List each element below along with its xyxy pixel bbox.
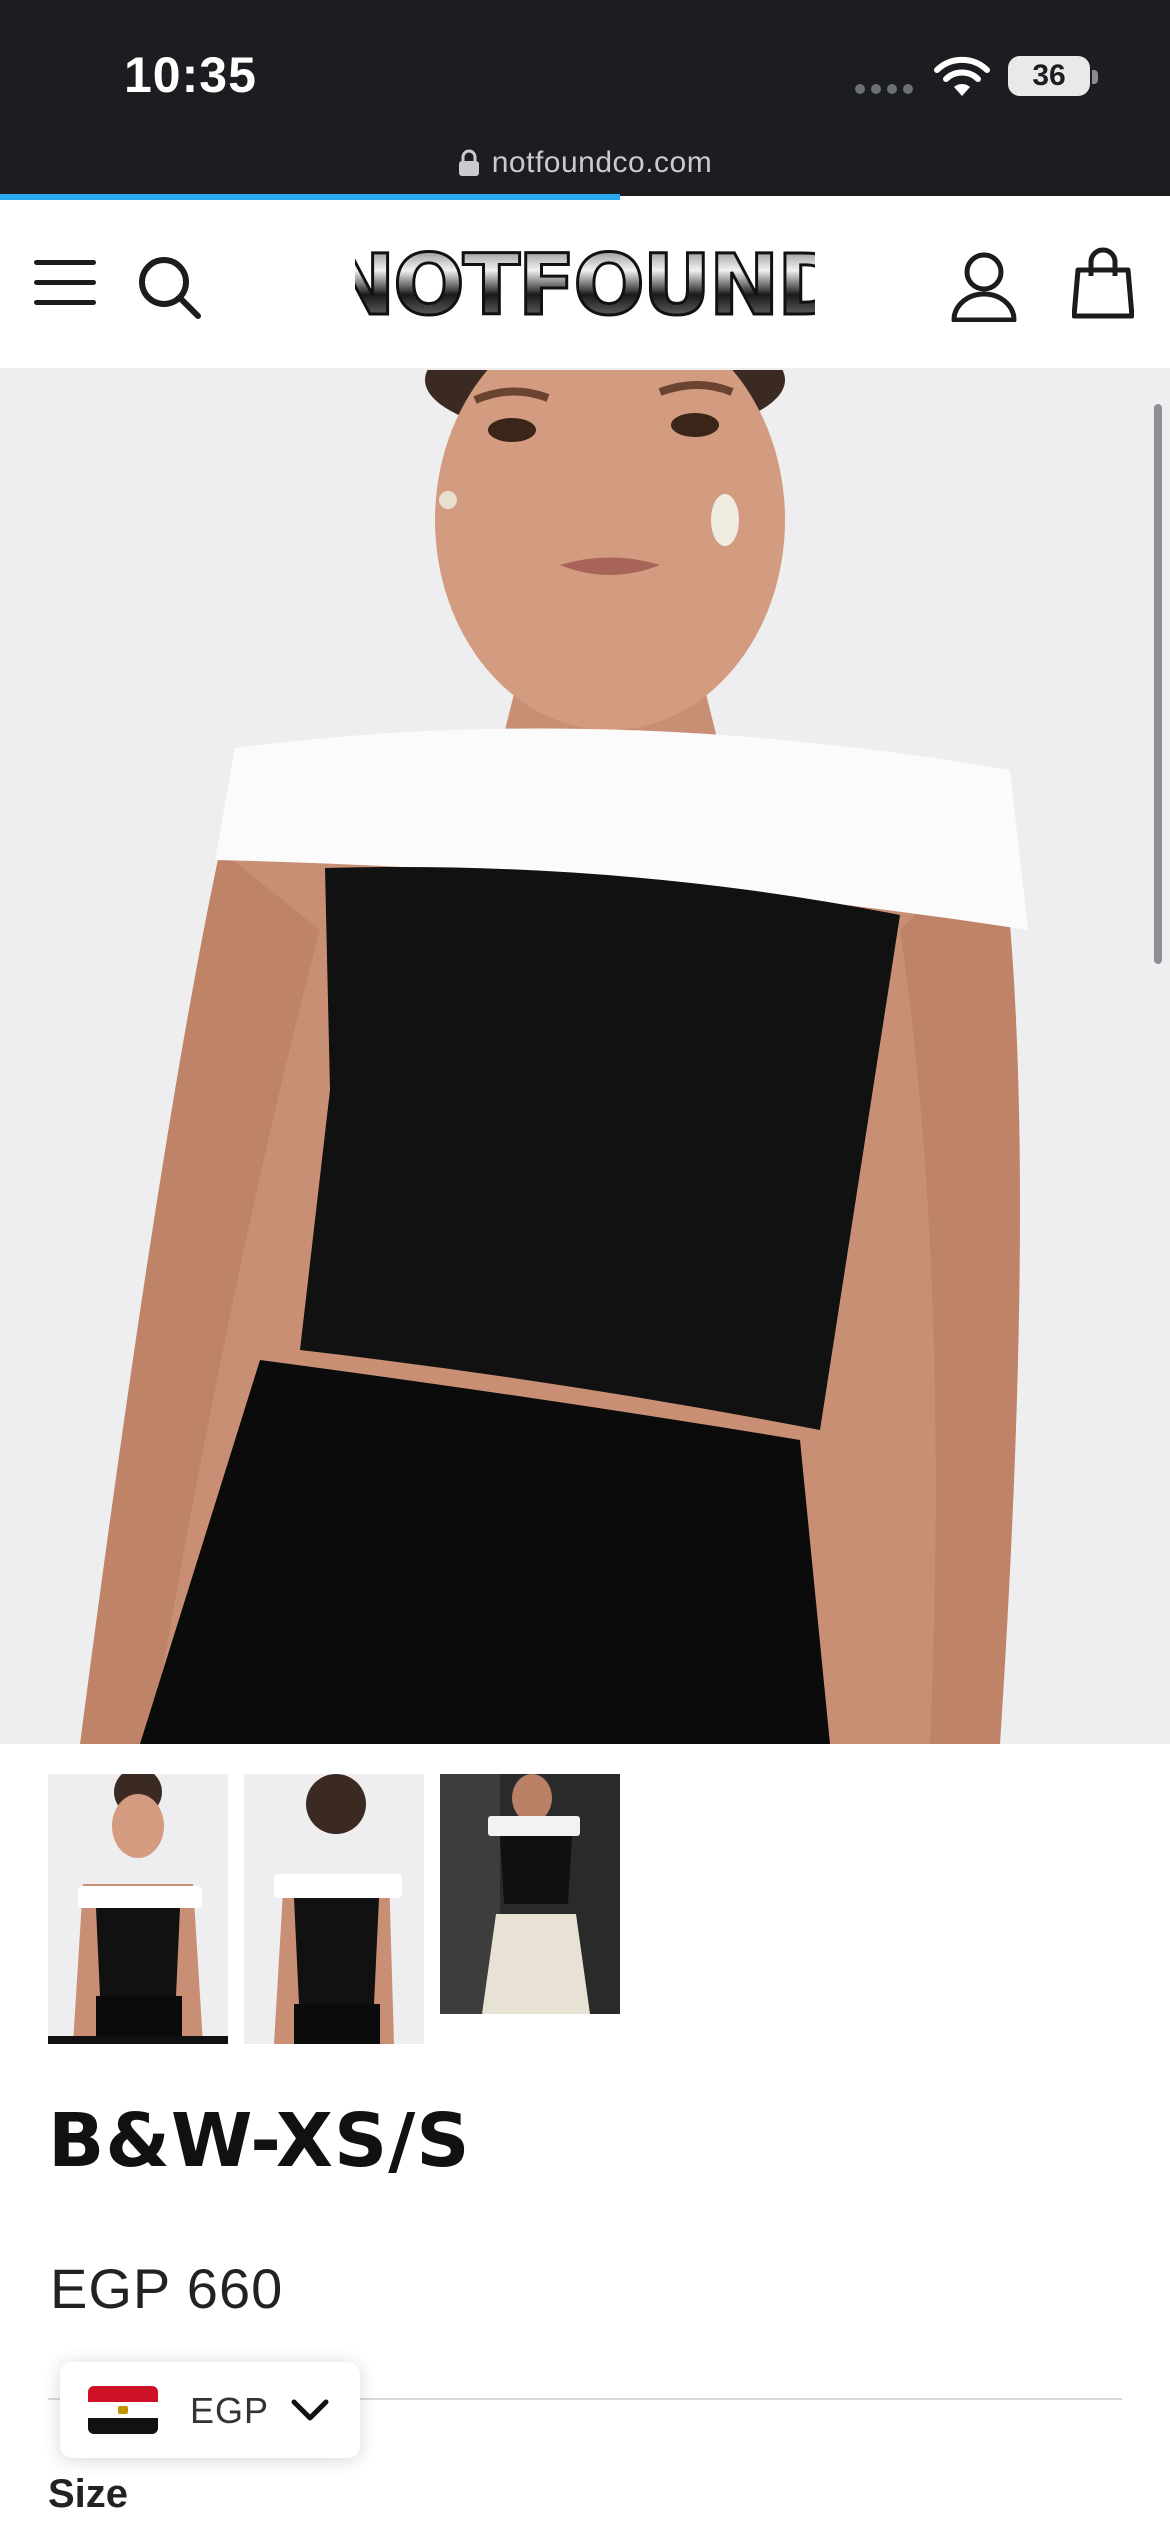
- thumbnail-image: [440, 1774, 620, 2014]
- battery-level: 36: [1032, 59, 1066, 92]
- site-header: NOTFOUND: [0, 200, 1170, 370]
- battery-tip: [1092, 70, 1098, 84]
- cellular-signal-icon: [855, 84, 913, 94]
- size-label: Size: [48, 2472, 129, 2516]
- thumbnail-lifestyle[interactable]: [440, 1774, 620, 2014]
- currency-code: EGP: [190, 2390, 270, 2431]
- wifi-icon: [934, 56, 990, 96]
- product-image[interactable]: [0, 370, 1170, 1744]
- product-title: B&W-XS/S: [48, 2098, 471, 2184]
- product-price: EGP 660: [50, 2257, 284, 2320]
- thumbnail-gallery: [48, 1774, 620, 2044]
- status-time: 10:35: [124, 47, 257, 103]
- account-icon[interactable]: [950, 250, 1018, 322]
- thumbnail-image: [48, 1774, 228, 2044]
- thumbnail-image: [244, 1774, 424, 2044]
- thumbnail-back[interactable]: [244, 1774, 424, 2044]
- app-root: 10:35 36 notfoundco.com NOTFOUND B&W-XS/…: [0, 0, 1170, 2532]
- hamburger-menu-icon[interactable]: [34, 260, 96, 306]
- logo-text: NOTFOUND: [355, 236, 815, 334]
- currency-selector[interactable]: EGP: [60, 2362, 360, 2458]
- thumbnail-active-indicator: [48, 2036, 228, 2044]
- product-photo: [0, 370, 1170, 1744]
- status-bar: 10:35 36 notfoundco.com: [0, 0, 1170, 200]
- address-bar[interactable]: notfoundco.com: [0, 146, 1170, 180]
- lock-icon: [458, 149, 479, 176]
- battery-icon: 36: [1008, 56, 1090, 96]
- shopping-bag-icon[interactable]: [1072, 246, 1134, 320]
- brand-logo[interactable]: NOTFOUND: [355, 236, 815, 336]
- thumbnail-front[interactable]: [48, 1774, 228, 2044]
- chevron-down-icon: [291, 2399, 329, 2421]
- url-text: notfoundco.com: [491, 146, 713, 179]
- search-icon[interactable]: [134, 252, 204, 322]
- egypt-flag-icon: [88, 2386, 158, 2434]
- image-scroll-indicator: [1154, 404, 1162, 964]
